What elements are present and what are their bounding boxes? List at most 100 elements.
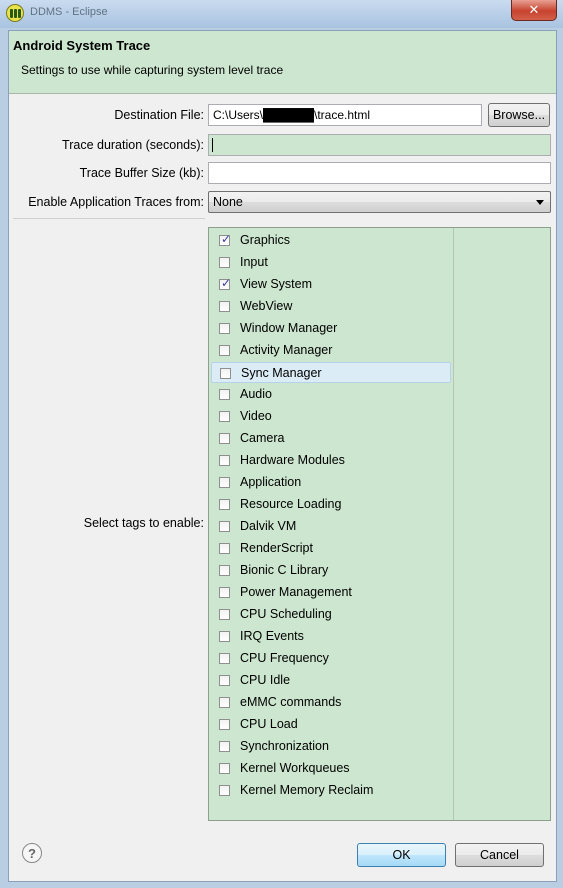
tag-checkbox[interactable] (219, 433, 230, 444)
window-titlebar[interactable]: DDMS - Eclipse ✕ (0, 0, 563, 28)
tag-item[interactable]: ✓ View System (211, 274, 451, 295)
tag-label: eMMC commands (240, 695, 342, 709)
tag-label: Audio (240, 387, 272, 401)
tag-item[interactable]: Camera (211, 428, 451, 449)
tag-item[interactable]: Sync Manager (211, 362, 451, 383)
tag-label: Bionic C Library (240, 563, 329, 577)
app-traces-label: Enable Application Traces from: (28, 195, 204, 209)
help-button[interactable]: ? (22, 843, 42, 863)
tag-label: CPU Frequency (240, 651, 329, 665)
tag-item[interactable]: Kernel Memory Reclaim (211, 780, 451, 801)
help-icon: ? (28, 845, 36, 861)
tag-item[interactable]: Synchronization (211, 736, 451, 757)
select-tags-label: Select tags to enable: (83, 516, 204, 530)
tag-checkbox[interactable] (219, 543, 230, 554)
tag-item[interactable]: RenderScript (211, 538, 451, 559)
tag-item[interactable]: Bionic C Library (211, 560, 451, 581)
tag-checkbox[interactable] (219, 301, 230, 312)
dialog-description: Settings to use while capturing system l… (21, 63, 284, 77)
tag-label: CPU Scheduling (240, 607, 332, 621)
tag-label: Application (240, 475, 302, 489)
tag-checkbox[interactable] (219, 323, 230, 334)
app-traces-selected-value: None (213, 195, 243, 209)
tag-label: CPU Idle (240, 673, 291, 687)
tag-checkbox[interactable] (219, 785, 230, 796)
tag-label: Camera (240, 431, 285, 445)
tag-checkbox[interactable] (219, 455, 230, 466)
tag-checkbox[interactable]: ✓ (219, 232, 231, 246)
tag-item[interactable]: Kernel Workqueues (211, 758, 451, 779)
tag-item[interactable]: CPU Scheduling (211, 604, 451, 625)
tags-list[interactable]: ✓ Graphics Input ✓ View System WebView Window … (208, 227, 551, 821)
chevron-down-icon (536, 200, 544, 205)
separator (13, 218, 205, 219)
tag-checkbox[interactable] (219, 719, 230, 730)
tag-label: Graphics (240, 233, 291, 247)
tag-label: Input (240, 255, 268, 269)
dialog-title: Android System Trace (13, 38, 151, 53)
tag-item[interactable]: Activity Manager (211, 340, 451, 361)
trace-duration-input[interactable] (208, 134, 551, 156)
destination-file-label: Destination File: (114, 108, 204, 122)
tag-checkbox[interactable] (219, 697, 230, 708)
tag-item[interactable]: Dalvik VM (211, 516, 451, 537)
tag-item[interactable]: Hardware Modules (211, 450, 451, 471)
tag-item[interactable]: Power Management (211, 582, 451, 603)
tag-label: Synchronization (240, 739, 329, 753)
trace-buffer-size-input[interactable] (208, 162, 551, 184)
tag-item[interactable]: Audio (211, 384, 451, 405)
tag-item[interactable]: Window Manager (211, 318, 451, 339)
tag-checkbox[interactable]: ✓ (219, 276, 232, 290)
tag-item[interactable]: WebView (211, 296, 451, 317)
tag-checkbox[interactable] (219, 499, 230, 510)
tag-label: View System (240, 277, 313, 291)
tag-label: Window Manager (240, 321, 338, 335)
tag-checkbox[interactable] (219, 631, 230, 642)
tag-checkbox[interactable] (220, 368, 231, 379)
tag-checkbox[interactable] (219, 675, 230, 686)
tag-checkbox[interactable] (219, 477, 230, 488)
tag-item[interactable]: Application (211, 472, 451, 493)
tag-checkbox[interactable] (219, 257, 230, 268)
tag-item[interactable]: CPU Frequency (211, 648, 451, 669)
tag-label: RenderScript (240, 541, 313, 555)
cancel-button[interactable]: Cancel (455, 843, 544, 867)
tag-checkbox[interactable] (219, 411, 230, 422)
dialog-header: Android System Trace Settings to use whi… (9, 31, 556, 94)
tag-checkbox[interactable] (219, 653, 230, 664)
close-window-button[interactable]: ✕ (511, 0, 557, 21)
tag-checkbox[interactable] (219, 587, 230, 598)
tag-label: Sync Manager (241, 366, 322, 380)
tag-checkbox[interactable] (219, 389, 230, 400)
tag-checkbox[interactable] (219, 763, 230, 774)
trace-duration-label: Trace duration (seconds): (62, 138, 204, 152)
tag-checkbox[interactable] (219, 345, 230, 356)
tag-checkbox[interactable] (219, 609, 230, 620)
tag-label: IRQ Events (240, 629, 304, 643)
tag-checkbox[interactable] (219, 565, 230, 576)
text-caret (212, 138, 213, 152)
checkmark-icon: ✓ (221, 276, 232, 290)
tag-label: Kernel Memory Reclaim (240, 783, 374, 797)
tag-item[interactable]: CPU Load (211, 714, 451, 735)
tag-label: Dalvik VM (240, 519, 297, 533)
tag-checkbox[interactable] (219, 521, 230, 532)
trace-buffer-size-label: Trace Buffer Size (kb): (79, 166, 204, 180)
ok-button[interactable]: OK (357, 843, 446, 867)
tag-item[interactable]: Resource Loading (211, 494, 451, 515)
tag-label: WebView (240, 299, 293, 313)
tag-item[interactable]: IRQ Events (211, 626, 451, 647)
tag-item[interactable]: Input (211, 252, 451, 273)
destination-file-input[interactable]: C:\Users\██████\trace.html (208, 104, 482, 126)
tag-checkbox[interactable] (219, 741, 230, 752)
browse-button[interactable]: Browse... (488, 103, 550, 127)
tag-item[interactable]: eMMC commands (211, 692, 451, 713)
dialog-client-area: Android System Trace Settings to use whi… (8, 30, 557, 882)
tag-item[interactable]: ✓ Graphics (211, 230, 451, 251)
tag-label: Activity Manager (240, 343, 333, 357)
app-traces-select[interactable]: None (208, 191, 551, 213)
tag-label: Hardware Modules (240, 453, 345, 467)
tag-label: Kernel Workqueues (240, 761, 350, 775)
tag-item[interactable]: Video (211, 406, 451, 427)
tag-item[interactable]: CPU Idle (211, 670, 451, 691)
